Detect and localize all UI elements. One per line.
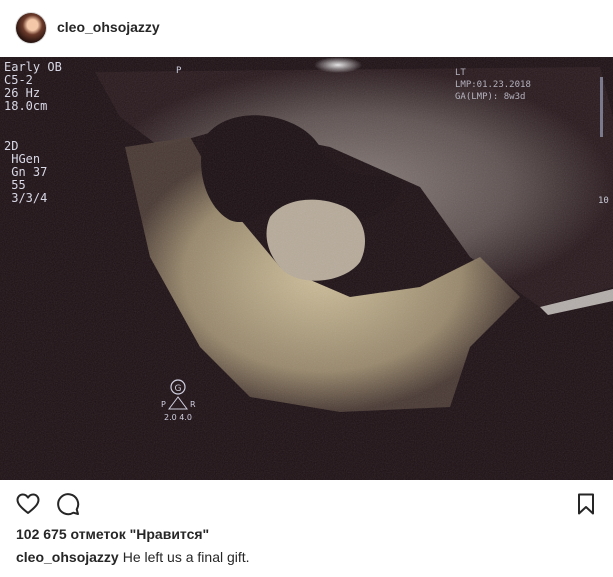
comment-icon[interactable] xyxy=(56,492,80,516)
probe-mark: P xyxy=(176,66,182,76)
marker-values: 2.0 4.0 xyxy=(164,413,192,422)
ultrasound-image xyxy=(0,57,613,480)
caption-text: He left us a final gift. xyxy=(122,549,250,565)
marker-r: R xyxy=(190,400,196,409)
patient-info-text: LT LMP:01.23.2018 GA(LMP): 8w3d xyxy=(455,68,531,102)
focus-marker: G P R 2.0 4.0 xyxy=(155,379,201,425)
bookmark-icon[interactable] xyxy=(574,492,598,516)
caption-username[interactable]: cleo_ohsojazzy xyxy=(16,549,119,565)
avatar[interactable] xyxy=(16,13,46,43)
post-username[interactable]: cleo_ohsojazzy xyxy=(57,19,160,35)
post-caption: cleo_ohsojazzy He left us a final gift. xyxy=(16,549,250,565)
post-header: cleo_ohsojazzy xyxy=(0,0,613,56)
heart-icon[interactable] xyxy=(16,492,40,516)
depth-scale-label: 10 xyxy=(598,196,609,206)
scan-settings-text: Early OB C5-2 26 Hz 18.0cm xyxy=(4,60,62,113)
scan-mode-text: 2D HGen Gn 37 55 3/3/4 xyxy=(4,139,48,205)
marker-p: P xyxy=(161,400,166,409)
post-actions xyxy=(0,480,613,526)
marker-letter: G xyxy=(175,384,182,394)
post-photo[interactable]: Early OB C5-2 26 Hz 18.0cm 2D HGen Gn 37… xyxy=(0,57,613,480)
likes-count[interactable]: 102 675 отметок "Нравится" xyxy=(16,526,209,542)
